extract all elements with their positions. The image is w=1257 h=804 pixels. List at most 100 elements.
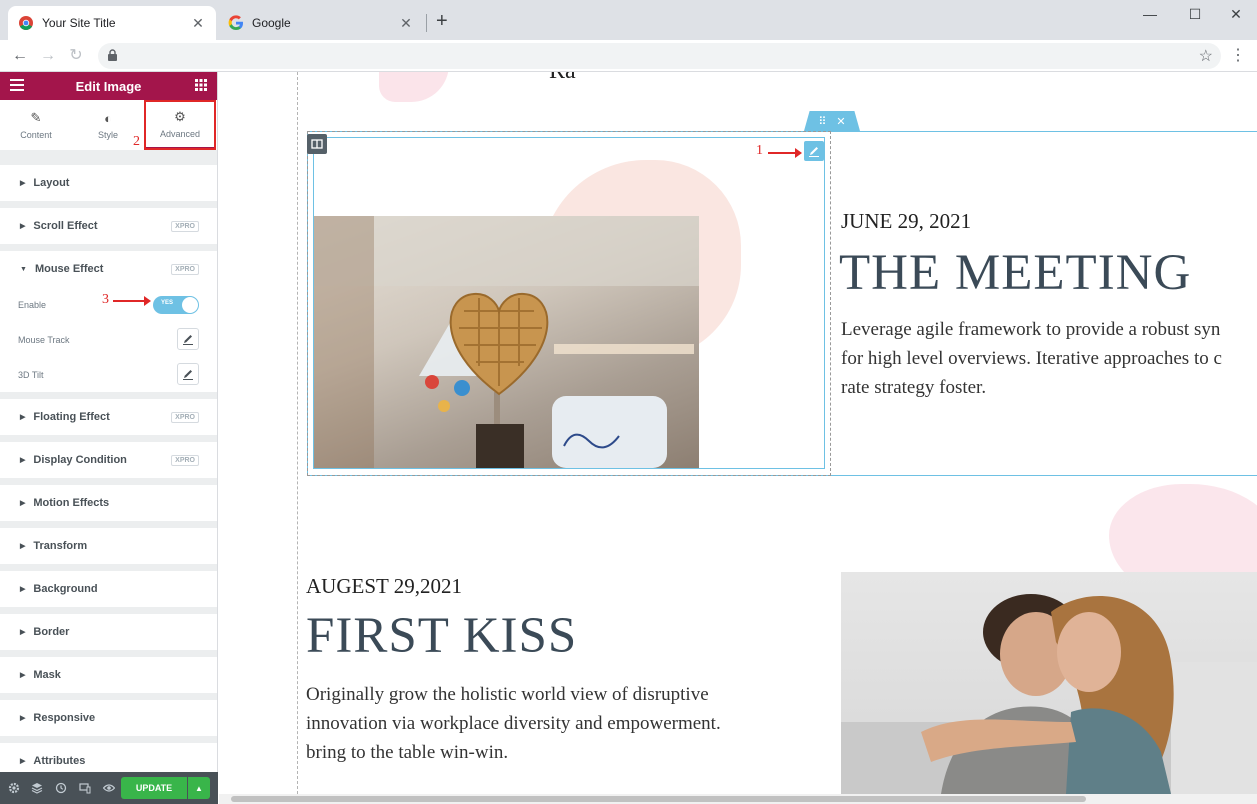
- text-line: rate strategy foster.: [841, 377, 987, 398]
- 3d-tilt-edit-button[interactable]: [177, 363, 199, 385]
- section-background[interactable]: ▶ Background: [0, 571, 217, 607]
- control-label: 3D Tilt: [18, 369, 44, 380]
- tab-content[interactable]: ✎ Content: [0, 100, 72, 150]
- drag-handle-icon[interactable]: ⠿: [818, 115, 826, 128]
- history-icon[interactable]: [55, 782, 67, 794]
- section-mask[interactable]: ▶ Mask: [0, 657, 217, 693]
- caret-right-icon: ▶: [20, 414, 26, 421]
- annotation-number-1: 1: [756, 143, 763, 158]
- panel-title: Edit Image: [75, 78, 142, 94]
- pro-badge: XPRO: [171, 412, 199, 423]
- hamburger-menu-icon[interactable]: [10, 79, 24, 91]
- preview-eye-icon[interactable]: [103, 782, 115, 794]
- pencil-icon: [183, 370, 193, 380]
- caret-right-icon: ▶: [20, 543, 26, 550]
- update-button[interactable]: UPDATE: [121, 777, 187, 799]
- section-motion-effects[interactable]: ▶ Motion Effects: [0, 485, 217, 521]
- tab-title: Google: [252, 16, 291, 30]
- browser-tab-google[interactable]: Google ✕: [218, 6, 424, 40]
- pro-badge: XPRO: [171, 221, 199, 232]
- section-label: Layout: [33, 177, 70, 189]
- caret-right-icon: ▶: [20, 500, 26, 507]
- couple-photo[interactable]: [841, 572, 1257, 794]
- toggle-label: YES: [161, 300, 174, 306]
- browser-tab-active[interactable]: Your Site Title ✕: [8, 6, 216, 40]
- decor-blob: [379, 72, 449, 102]
- maximize-button[interactable]: ☐: [1185, 6, 1205, 23]
- post-2-title: FIRST KISS: [306, 608, 578, 664]
- couple-image: [841, 594, 1257, 794]
- section-border[interactable]: ▶ Border: [0, 614, 217, 650]
- window-close-button[interactable]: ✕: [1226, 6, 1246, 23]
- widgets-grid-icon[interactable]: [195, 79, 207, 91]
- close-icon[interactable]: ✕: [398, 15, 414, 32]
- navigator-layers-icon[interactable]: [31, 782, 43, 794]
- tab-label: Advanced: [159, 128, 201, 139]
- section-label: Background: [33, 583, 98, 595]
- tab-advanced[interactable]: ⚙ Advanced: [144, 100, 216, 150]
- section-mouse-effect[interactable]: ▼ Mouse Effect XPRO: [0, 251, 217, 287]
- settings-gear-icon[interactable]: [8, 782, 20, 794]
- section-display-condition[interactable]: ▶ Display Condition XPRO: [0, 442, 217, 478]
- address-bar[interactable]: ☆: [98, 43, 1221, 69]
- section-floating-effect[interactable]: ▶ Floating Effect XPRO: [0, 399, 217, 435]
- pencil-icon: [809, 147, 819, 157]
- pencil-icon: ✎: [30, 110, 42, 125]
- section-responsive[interactable]: ▶ Responsive: [0, 700, 217, 736]
- caret-down-icon: ▼: [20, 265, 27, 273]
- toggle-knob: [182, 297, 198, 313]
- gear-icon: ⚙: [174, 108, 186, 124]
- update-options-button[interactable]: ▲: [188, 777, 210, 799]
- horizontal-scrollbar[interactable]: [219, 794, 1257, 804]
- post-1-title: THE MEETING: [839, 245, 1192, 301]
- control-label: Enable: [18, 299, 47, 310]
- bookmark-star-icon[interactable]: ☆: [1199, 46, 1213, 66]
- editor-canvas: Ra ⠿ ✕: [219, 72, 1257, 794]
- widget-edit-button[interactable]: [804, 141, 824, 161]
- control-label: Mouse Track: [18, 334, 70, 345]
- close-icon[interactable]: ✕: [836, 115, 845, 128]
- section-label: Attributes: [33, 755, 86, 767]
- pro-badge: XPRO: [171, 455, 199, 466]
- responsive-mode-icon[interactable]: [79, 782, 91, 794]
- section-label: Scroll Effect: [33, 220, 98, 232]
- column-guide: [297, 72, 298, 794]
- section-label: Mouse Effect: [34, 263, 104, 275]
- section-label: Mask: [33, 669, 61, 681]
- new-tab-button[interactable]: +: [436, 11, 448, 31]
- browser-tabstrip: Your Site Title ✕ Google ✕ + — ☐ ✕: [0, 0, 1257, 40]
- elementor-panel: Edit Image ✎ Content ◐ Style ⚙ Advanced …: [0, 72, 218, 804]
- minimize-button[interactable]: —: [1140, 6, 1160, 22]
- text-line: Originally grow the holistic world view …: [306, 684, 709, 705]
- enable-toggle[interactable]: YES: [153, 296, 199, 314]
- pencil-icon: [183, 335, 193, 345]
- post-2-date: AUGEST 29,2021: [306, 574, 462, 598]
- section-transform[interactable]: ▶ Transform: [0, 528, 217, 564]
- caret-right-icon: ▶: [20, 715, 26, 722]
- pro-badge: XPRO: [171, 264, 199, 275]
- section-label: Motion Effects: [33, 497, 110, 509]
- column-handle[interactable]: [307, 134, 327, 154]
- annotation-arrow-1: [768, 148, 802, 158]
- tab-label: Content: [20, 130, 52, 140]
- waffle-heart-photo[interactable]: [314, 216, 699, 468]
- mouse-track-edit-button[interactable]: [177, 328, 199, 350]
- back-button[interactable]: ←: [10, 46, 30, 66]
- section-label: Transform: [33, 540, 88, 552]
- tab-separator: [426, 14, 427, 32]
- close-icon[interactable]: ✕: [190, 15, 206, 32]
- post-1-date: JUNE 29, 2021: [841, 209, 972, 233]
- section-layout[interactable]: ▶ Layout: [0, 165, 217, 201]
- browser-menu-icon[interactable]: ⋮: [1230, 45, 1246, 65]
- chrome-icon: [19, 16, 33, 30]
- panel-header: Edit Image: [0, 72, 217, 100]
- annotation-number-3: 3: [102, 292, 109, 307]
- scrollbar-thumb[interactable]: [231, 796, 1086, 802]
- reload-button[interactable]: ↻: [66, 46, 86, 66]
- caret-up-icon: ▲: [195, 783, 203, 793]
- section-scroll-effect[interactable]: ▶ Scroll Effect XPRO: [0, 208, 217, 244]
- post-2-excerpt: Originally grow the holistic world view …: [306, 680, 721, 767]
- forward-button[interactable]: →: [38, 46, 58, 66]
- panel-tabs: ✎ Content ◐ Style ⚙ Advanced: [0, 100, 217, 150]
- section-handle[interactable]: ⠿ ✕: [804, 111, 860, 131]
